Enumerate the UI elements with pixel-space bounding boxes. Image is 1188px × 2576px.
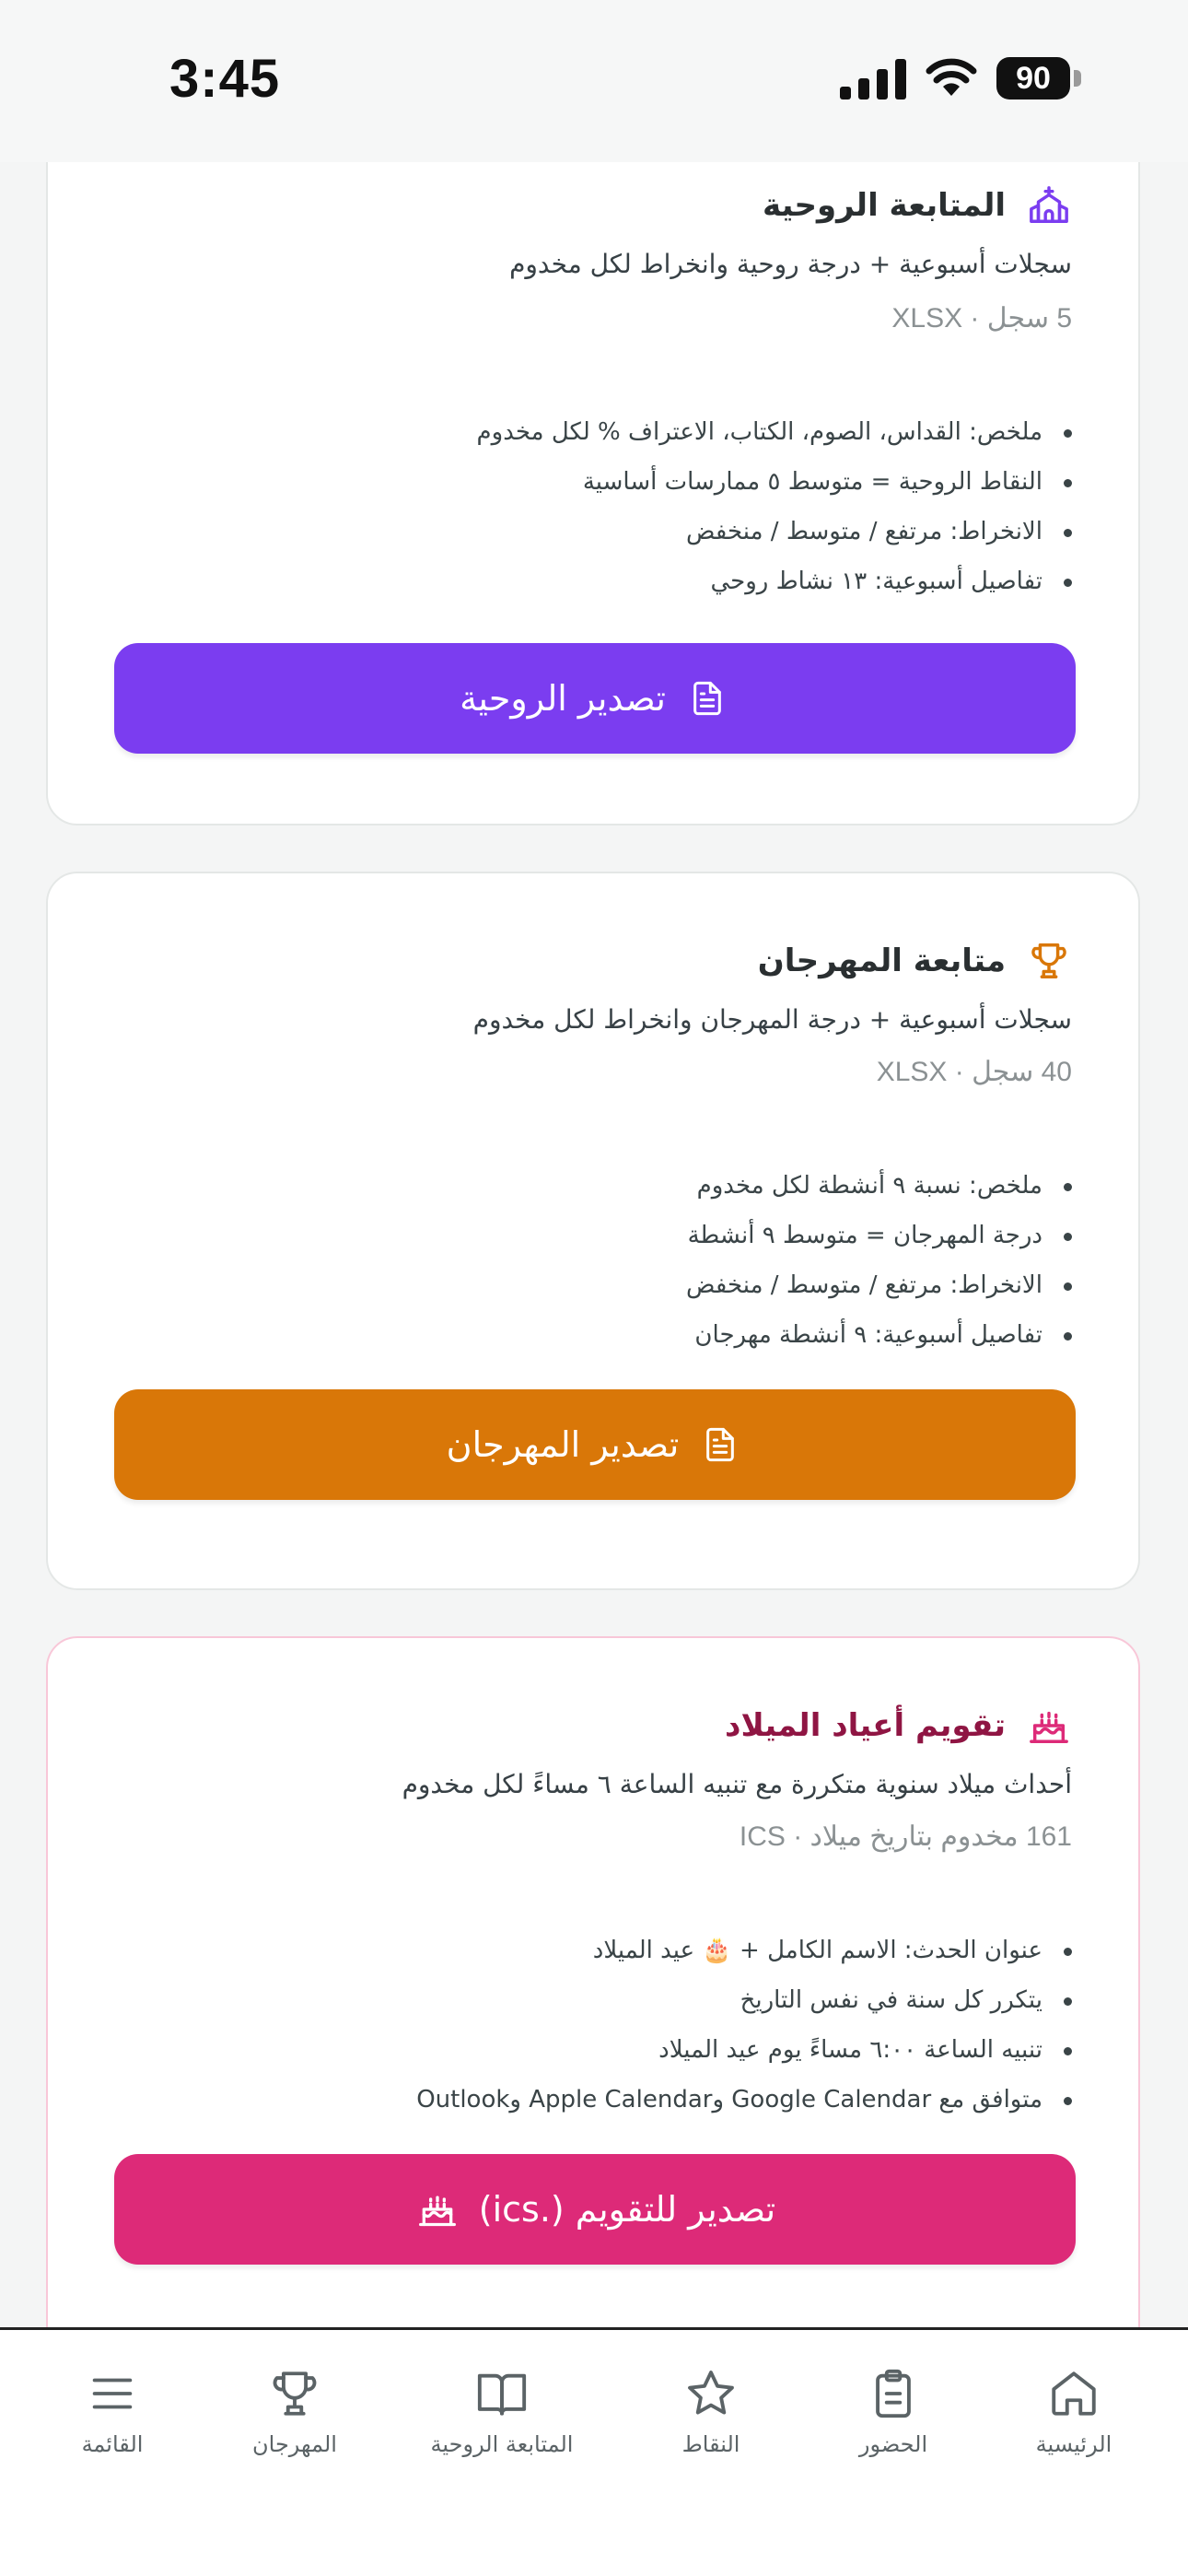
list-item: متوافق مع Google Calendar وApple Calenda…: [416, 2075, 1072, 2125]
cellular-signal-icon: [840, 59, 906, 100]
wifi-icon: [926, 58, 977, 96]
tab-festival[interactable]: المهرجان: [203, 2367, 387, 2477]
list-item: الانخراط: مرتفع / متوسط / منخفض: [686, 1260, 1073, 1310]
bottom-tab-bar: الرئيسية الحضور النقاط المتابعة الروحية …: [0, 2327, 1188, 2576]
list-item: درجة المهرجان = متوسط ٩ أنشطة: [686, 1211, 1073, 1260]
festival-card-description: سجلات أسبوعية + درجة المهرجان وانخراط لك…: [472, 1004, 1072, 1035]
cake-icon: [1026, 1703, 1072, 1749]
spiritual-card-description: سجلات أسبوعية + درجة روحية وانخراط لكل م…: [509, 249, 1072, 279]
church-icon: [1026, 182, 1072, 228]
cake-icon: [414, 2186, 460, 2232]
clipboard-icon: [876, 2369, 911, 2418]
book-icon: [477, 2373, 527, 2416]
status-bar: 3:45 90: [0, 0, 1188, 162]
tab-home-label: الرئيسية: [1035, 2431, 1112, 2457]
tab-menu-label: القائمة: [81, 2431, 144, 2457]
tab-attendance-label: الحضور: [858, 2431, 928, 2457]
export-festival-button[interactable]: تصدير المهرجان: [114, 1389, 1076, 1500]
tab-menu[interactable]: القائمة: [20, 2367, 204, 2477]
list-item: ملخص: القداس، الصوم، الكتاب، الاعتراف % …: [477, 407, 1073, 457]
tab-spiritual[interactable]: المتابعة الروحية: [410, 2367, 594, 2477]
tab-points-label: النقاط: [681, 2431, 740, 2457]
spiritual-card-header: المتابعة الروحية: [763, 182, 1072, 228]
status-time: 3:45: [169, 49, 281, 109]
list-item: عنوان الحدث: الاسم الكامل + 🎂 عيد الميلا…: [416, 1926, 1072, 1975]
list-item: تفاصيل أسبوعية: ٩ أنشطة مهرجان: [686, 1310, 1073, 1360]
festival-card-header: متابعة المهرجان: [758, 938, 1072, 984]
battery-tip: [1074, 70, 1081, 87]
spiritual-feature-list: ملخص: القداس، الصوم، الكتاب، الاعتراف % …: [477, 407, 1073, 606]
tab-festival-label: المهرجان: [252, 2431, 337, 2457]
list-item: تنبيه الساعة ٦:٠٠ مساءً يوم عيد الميلاد: [416, 2025, 1072, 2075]
birthday-calendar-card: تقويم أعياد الميلاد أحداث ميلاد سنوية مت…: [46, 1636, 1140, 2327]
birthday-card-header: تقويم أعياد الميلاد: [725, 1703, 1072, 1749]
tab-spiritual-label: المتابعة الروحية: [430, 2431, 574, 2457]
birthday-card-title: تقويم أعياد الميلاد: [725, 1707, 1006, 1744]
export-spiritual-button[interactable]: تصدير الروحية: [114, 643, 1076, 754]
document-icon: [684, 675, 730, 721]
spiritual-card-title: المتابعة الروحية: [763, 187, 1006, 224]
festival-card-meta: 40 سجل · XLSX: [876, 1057, 1072, 1087]
export-spiritual-button-label: تصدير الروحية: [460, 678, 666, 719]
export-calendar-button[interactable]: تصدير للتقويم (.ics): [114, 2154, 1076, 2265]
battery-indicator: 90: [996, 57, 1081, 100]
list-item: ملخص: نسبة ٩ أنشطة لكل مخدوم: [686, 1161, 1073, 1211]
tab-attendance[interactable]: الحضور: [801, 2367, 985, 2477]
trophy-icon: [273, 2371, 317, 2416]
home-icon: [1052, 2371, 1096, 2416]
list-item: تفاصيل أسبوعية: ١٣ نشاط روحي: [477, 556, 1073, 606]
list-item: النقاط الروحية = متوسط ٥ ممارسات أساسية: [477, 457, 1073, 507]
document-icon: [697, 1422, 743, 1468]
tab-points[interactable]: النقاط: [619, 2367, 803, 2477]
spiritual-card-meta: 5 سجل · XLSX: [891, 303, 1072, 334]
export-festival-button-label: تصدير المهرجان: [446, 1424, 680, 1465]
birthday-card-meta: 161 مخدوم بتاريخ ميلاد · ICS: [739, 1821, 1072, 1852]
spiritual-export-card: المتابعة الروحية سجلات أسبوعية + درجة رو…: [46, 162, 1140, 825]
festival-card-title: متابعة المهرجان: [757, 943, 1006, 979]
battery-level: 90: [996, 57, 1070, 100]
star-icon: [688, 2371, 734, 2415]
menu-icon: [92, 2378, 133, 2409]
tab-home[interactable]: الرئيسية: [982, 2367, 1166, 2477]
birthday-feature-list: عنوان الحدث: الاسم الكامل + 🎂 عيد الميلا…: [416, 1926, 1072, 2125]
export-calendar-button-label: تصدير للتقويم (.ics): [478, 2189, 776, 2230]
birthday-card-description: أحداث ميلاد سنوية متكررة مع تنبيه الساعة…: [402, 1769, 1072, 1799]
trophy-icon: [1026, 938, 1072, 984]
festival-export-card: متابعة المهرجان سجلات أسبوعية + درجة الم…: [46, 872, 1140, 1590]
festival-feature-list: ملخص: نسبة ٩ أنشطة لكل مخدوم درجة المهرج…: [686, 1161, 1073, 1360]
export-scroll-area[interactable]: المتابعة الروحية سجلات أسبوعية + درجة رو…: [0, 162, 1188, 2327]
list-item: الانخراط: مرتفع / متوسط / منخفض: [477, 507, 1073, 556]
list-item: يتكرر كل سنة في نفس التاريخ: [416, 1975, 1072, 2025]
